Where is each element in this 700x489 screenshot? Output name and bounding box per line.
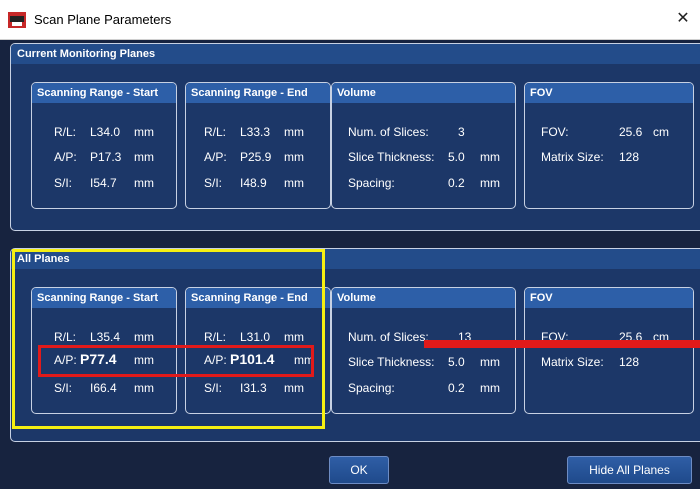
spacing-label: Spacing: [348,381,395,395]
si-unit: mm [134,176,154,190]
matrix-value: 128 [619,150,640,164]
highlight-yellow-box [12,249,325,429]
spacing-value: 0.2 [448,381,465,395]
si-label: S/I: [204,176,223,190]
ap-unit: mm [284,150,304,164]
current-volume-card: Volume Num. of Slices: 3 Slice Thickness… [331,82,516,209]
rl-label: R/L: [54,125,77,139]
ap-label: A/P: [204,150,227,164]
title-bar: Scan Plane Parameters ✕ [0,0,700,40]
ap-unit: mm [134,150,154,164]
si-label: S/I: [54,176,73,190]
card-title: Scanning Range - End [186,83,330,103]
rl-label: R/L: [204,125,227,139]
rl-unit: mm [134,125,154,139]
card-title: FOV [525,83,693,103]
thickness-unit: mm [480,150,500,164]
rl-value: L33.3 [240,125,271,139]
slices-label: Num. of Slices: [348,330,429,344]
fov-value: 25.6 [619,125,643,139]
thickness-label: Slice Thickness: [348,150,435,164]
fov-label: FOV: [541,125,569,139]
matrix-label: Matrix Size: [541,355,604,369]
slices-label: Num. of Slices: [348,125,429,139]
matrix-label: Matrix Size: [541,150,604,164]
thickness-value: 5.0 [448,150,465,164]
ok-button[interactable]: OK [329,456,389,484]
group-title: Current Monitoring Planes [11,44,700,64]
app-icon [8,12,26,28]
card-title: Volume [332,288,515,308]
hide-all-planes-button[interactable]: Hide All Planes [567,456,692,484]
current-fov-card: FOV FOV: 25.6 cm Matrix Size: 128 [524,82,694,209]
slices-value: 3 [458,125,465,139]
si-value: I54.7 [90,176,117,190]
rl-value: L34.0 [90,125,121,139]
spacing-value: 0.2 [448,176,465,190]
thickness-label: Slice Thickness: [348,355,435,369]
si-unit: mm [284,176,304,190]
highlight-red-line [424,340,700,348]
card-title: FOV [525,288,693,308]
card-title: Scanning Range - Start [32,83,176,103]
ap-label: A/P: [54,150,77,164]
close-icon[interactable]: ✕ [672,8,694,30]
fov-unit: cm [653,125,669,139]
ap-value: P25.9 [240,150,272,164]
window-title: Scan Plane Parameters [34,12,172,27]
all-fov-card: FOV FOV: 25.6 cm Matrix Size: 128 [524,287,694,414]
spacing-unit: mm [480,381,500,395]
current-end-card: Scanning Range - End R/L: L33.3 mm A/P: … [185,82,331,209]
card-title: Volume [332,83,515,103]
spacing-unit: mm [480,176,500,190]
rl-unit: mm [284,125,304,139]
matrix-value: 128 [619,355,640,369]
current-monitoring-planes-group: Current Monitoring Planes Scanning Range… [10,43,700,231]
current-start-card: Scanning Range - Start R/L: L34.0 mm A/P… [31,82,177,209]
thickness-unit: mm [480,355,500,369]
ap-value: P17.3 [90,150,122,164]
spacing-label: Spacing: [348,176,395,190]
highlight-red-box [38,345,314,377]
all-volume-card: Volume Num. of Slices: 13 Slice Thicknes… [331,287,516,414]
si-value: I48.9 [240,176,267,190]
thickness-value: 5.0 [448,355,465,369]
